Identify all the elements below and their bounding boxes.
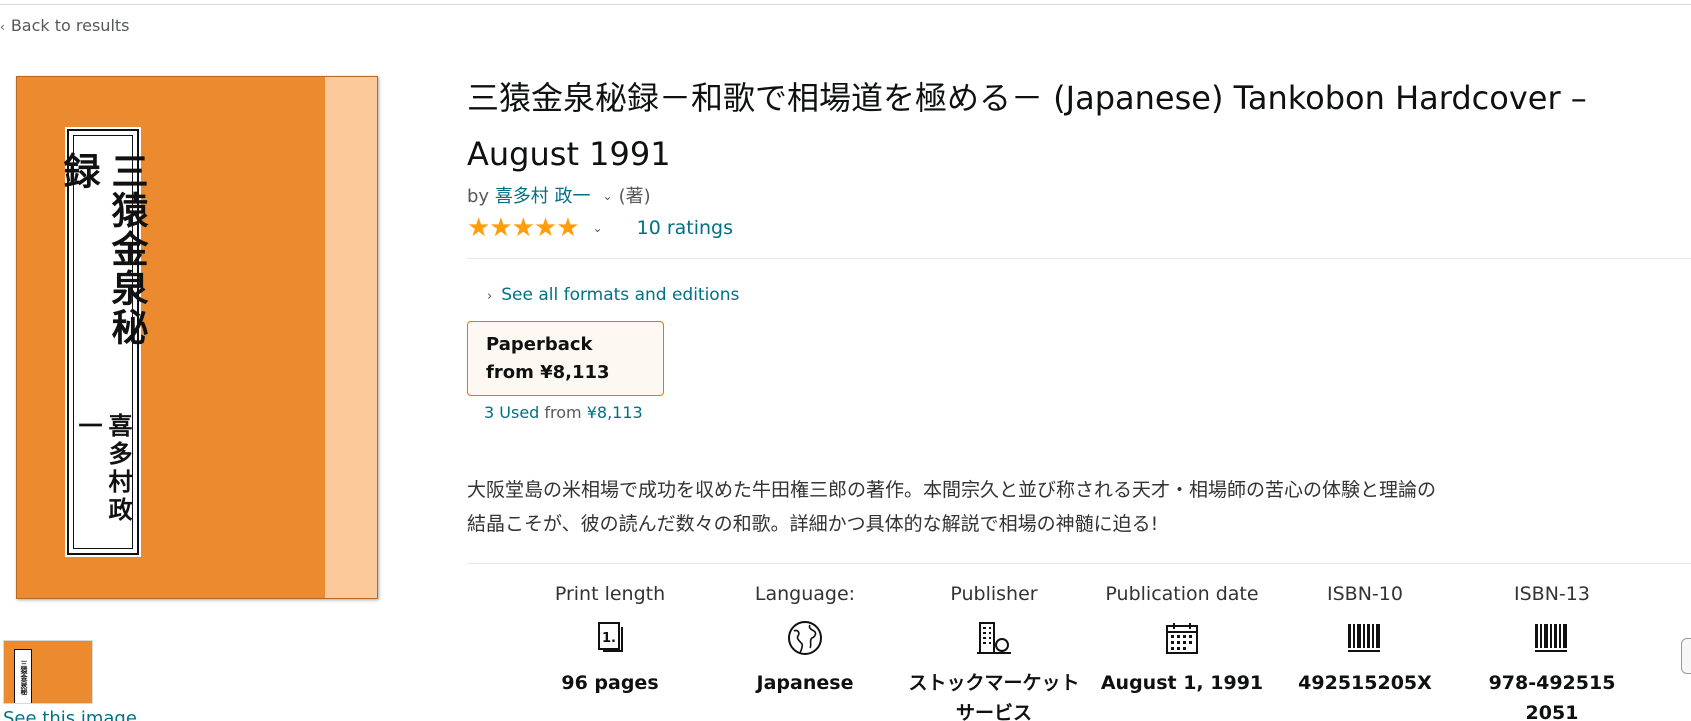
cover-author-text: 喜多村政一	[74, 413, 133, 526]
detail-label: Publication date	[1105, 583, 1259, 605]
back-to-results-label: Back to results	[10, 16, 130, 35]
detail-label: Language:	[754, 583, 856, 605]
building-icon	[904, 608, 1084, 668]
globe-icon	[715, 608, 895, 668]
see-all-formats-link[interactable]: › See all formats and editions	[487, 285, 739, 305]
product-description: 大阪堂島の米相場で成功を収めた牛田権三郎の著作。本間宗久と並び称される天才・相場…	[467, 479, 1437, 535]
carousel-next-button[interactable]	[1681, 638, 1691, 674]
detail-language: Language: Japanese	[715, 580, 895, 698]
product-details-carousel: Print length 1. 96 pages Language: Japan…	[520, 580, 1670, 721]
author-link[interactable]: 喜多村 政一	[495, 186, 591, 207]
detail-label: Publisher	[950, 583, 1038, 605]
used-price-link[interactable]: ¥8,113	[587, 403, 643, 422]
detail-value: 492515205X	[1298, 672, 1432, 694]
barcode-icon	[1462, 608, 1642, 668]
back-to-results-link[interactable]: ‹ Back to results	[0, 16, 130, 35]
barcode-icon	[1275, 608, 1455, 668]
book-cover-image[interactable]: 三猿金泉秘録 喜多村政一	[16, 76, 378, 599]
used-offers: 3 Used from ¥8,113	[484, 403, 643, 422]
detail-value: 978-4925152051	[1488, 672, 1616, 721]
detail-value: August 1, 1991	[1100, 672, 1264, 694]
see-this-image-link[interactable]: See this image	[3, 708, 137, 721]
author-role: (著)	[618, 186, 651, 207]
detail-isbn-13: ISBN-13 978-4925152051	[1462, 580, 1642, 721]
ratings-count-link[interactable]: 10 ratings	[637, 217, 733, 239]
used-from-text: from	[539, 403, 587, 422]
detail-print-length: Print length 1. 96 pages	[520, 580, 700, 698]
chevron-down-icon[interactable]: ⌄	[593, 221, 603, 235]
chevron-left-icon: ‹	[0, 20, 5, 34]
section-divider	[467, 563, 1691, 564]
top-divider	[0, 4, 1691, 5]
section-divider	[467, 258, 1691, 259]
detail-value: ストックマーケットサービス	[908, 672, 1080, 721]
cover-spine-strip	[325, 77, 377, 598]
detail-publication-date: Publication date August 1, 1991	[1092, 580, 1272, 698]
used-offers-link[interactable]: 3 Used	[484, 403, 539, 422]
detail-label: ISBN-13	[1514, 583, 1590, 605]
format-price: from ¥8,113	[486, 362, 610, 383]
detail-label: Print length	[554, 583, 666, 605]
svg-text:1.: 1.	[602, 631, 616, 646]
cover-title-label: 三猿金泉秘録 喜多村政一	[57, 127, 149, 557]
detail-isbn-10: ISBN-10 492515205X	[1275, 580, 1455, 698]
product-title: 三猿金泉秘録－和歌で相場道を極める－ (Japanese) Tankobon H…	[467, 79, 1587, 173]
detail-value: 96 pages	[561, 672, 659, 694]
format-name: Paperback	[486, 334, 593, 355]
by-prefix: by	[467, 186, 490, 207]
chevron-right-icon: ›	[487, 289, 493, 304]
detail-value: Japanese	[756, 672, 854, 694]
detail-publisher: Publisher ストックマーケットサービス	[904, 580, 1084, 721]
thumbnail-label: 三猿金泉秘	[14, 649, 32, 703]
byline: by 喜多村 政一 ⌄ (著)	[467, 182, 651, 208]
cover-title-text: 三猿金泉秘録	[57, 152, 149, 347]
format-option-paperback[interactable]: Paperback from ¥8,113	[467, 321, 664, 396]
star-rating-icon[interactable]: ★★★★★	[467, 214, 580, 242]
calendar-icon	[1092, 608, 1272, 668]
book-pages-icon: 1.	[520, 608, 700, 668]
rating-row: ★★★★★ ⌄ 10 ratings	[467, 214, 733, 242]
see-all-formats-label: See all formats and editions	[501, 285, 740, 305]
chevron-down-icon[interactable]: ⌄	[603, 189, 613, 203]
cover-thumbnail[interactable]: 三猿金泉秘	[3, 640, 93, 704]
detail-label: ISBN-10	[1327, 583, 1403, 605]
